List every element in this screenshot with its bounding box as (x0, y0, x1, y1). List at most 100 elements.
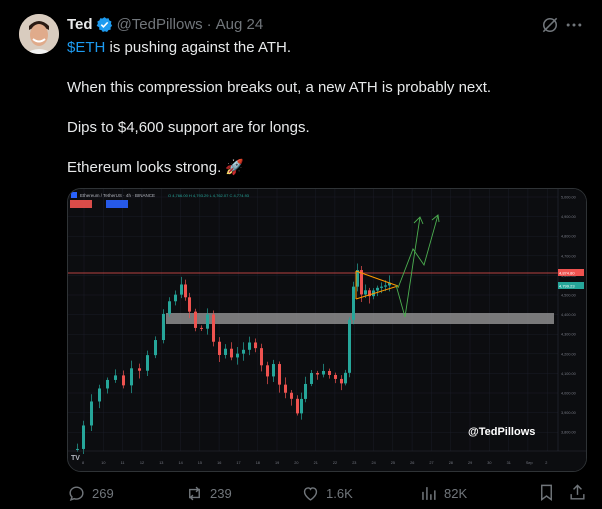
tweet-line-4: Ethereum looks strong. (67, 159, 222, 176)
x-tick-label: 29 (468, 461, 472, 465)
x-tick-label: 24 (372, 461, 376, 465)
timestamp[interactable]: Aug 24 (216, 16, 264, 33)
like-button[interactable]: 1.6K (301, 482, 353, 504)
repost-icon (189, 486, 200, 500)
candle-body (154, 340, 157, 356)
x-tick-label: 26 (410, 461, 414, 465)
chart-header-text: Ethereum / TetherUS · 4h · BINANCE (80, 193, 155, 198)
bookmark-icon[interactable] (537, 483, 556, 502)
repost-button[interactable]: 239 (185, 482, 232, 504)
candle-body (206, 314, 209, 329)
x-tick-label: 25 (391, 461, 395, 465)
avatar[interactable] (19, 14, 59, 54)
candle-body (200, 327, 203, 329)
candle-body (348, 319, 351, 373)
candle-body (334, 374, 337, 379)
x-tick-label: 28 (449, 461, 453, 465)
candle-body (300, 398, 303, 414)
x-tick-label: 27 (429, 461, 433, 465)
cashtag-eth[interactable]: $ETH (67, 39, 105, 56)
candle-body (352, 286, 355, 320)
tweet-line-2: When this compression breaks out, a new … (67, 79, 492, 96)
tweet: Ted @TedPillows · Aug 24 $ETH is pushing… (0, 0, 602, 509)
candle-body (260, 348, 263, 366)
tweet-header: Ted @TedPillows · Aug 24 (67, 14, 263, 34)
reply-button[interactable]: 269 (67, 482, 114, 504)
more-options-icon[interactable] (564, 15, 584, 35)
tweet-text: $ETH is pushing against the ATH. When th… (67, 38, 587, 178)
x-tick-label: 11 (121, 461, 125, 465)
candle-body (174, 294, 177, 302)
y-tick-label: 4,400.00 (561, 313, 576, 317)
y-tick-label: 4,000.00 (561, 392, 576, 396)
share-icon[interactable] (568, 483, 587, 502)
candle-body (130, 368, 133, 386)
author-handle[interactable]: @TedPillows (117, 16, 203, 33)
candle-body (224, 348, 227, 355)
candle-body (242, 349, 245, 354)
candle-body (184, 284, 187, 298)
candle-body (380, 286, 383, 288)
candle-body (180, 284, 183, 295)
repost-count: 239 (210, 485, 232, 501)
x-tick-label: 22 (333, 461, 337, 465)
candle-body (364, 290, 367, 295)
views-count: 82K (444, 485, 468, 501)
x-tick-label: 21 (314, 461, 318, 465)
candle-body (168, 301, 171, 314)
candle-body (106, 379, 109, 389)
candle-body (138, 368, 141, 371)
x-tick-label: 2 (545, 461, 547, 465)
author-name[interactable]: Ted (67, 16, 93, 33)
tweet-line-1: is pushing against the ATH. (105, 39, 292, 56)
candle-body (218, 341, 221, 355)
chart-watermark: @TedPillows (468, 426, 535, 438)
candle-body (114, 375, 117, 380)
heart-icon (303, 486, 318, 501)
y-tick-label: 4,700.00 (561, 254, 576, 258)
price-tag-green: 4,799.23 (559, 284, 575, 289)
y-tick-label: 3,900.00 (561, 411, 576, 415)
candle-body (76, 448, 79, 450)
x-tick-label: 16 (217, 461, 221, 465)
x-tick-label: 31 (507, 461, 511, 465)
candle-body (254, 342, 257, 349)
candle-body (340, 378, 343, 384)
candle-body (344, 372, 347, 384)
y-tick-label: 3,800.00 (561, 431, 576, 435)
separator-dot: · (206, 15, 212, 33)
candle-body (304, 383, 307, 399)
rocket-emoji: 🚀 (225, 159, 245, 176)
grok-icon[interactable] (540, 15, 560, 35)
candle-body (328, 370, 331, 375)
views-icon (422, 486, 436, 500)
price-tag-red: 4,874.80 (559, 271, 575, 276)
x-tick-label: 10 (101, 461, 105, 465)
candle-body (194, 311, 197, 328)
x-tick-label: Sep (526, 461, 533, 465)
tweet-media-chart[interactable]: Ethereum / TetherUS · 4h · BINANCE O 4,7… (67, 188, 587, 472)
candle-body (98, 388, 101, 402)
chart-ohlc-text: O 4,766.00 H 4,793.29 L 4,762.07 C 4,774… (168, 193, 250, 198)
y-tick-label: 4,200.00 (561, 352, 576, 356)
y-tick-label: 4,100.00 (561, 372, 576, 376)
candle-body (296, 398, 299, 414)
chart-image: Ethereum / TetherUS · 4h · BINANCE O 4,7… (68, 189, 586, 471)
candle-body (82, 425, 85, 449)
candle-body (376, 287, 379, 291)
candle-body (272, 364, 275, 377)
x-tick-label: 20 (294, 461, 298, 465)
x-tick-label: 30 (487, 461, 491, 465)
x-tick-label: 12 (140, 461, 144, 465)
views-button[interactable]: 82K (419, 482, 467, 504)
candle-body (278, 364, 281, 385)
x-tick-label: 23 (352, 461, 356, 465)
tradingview-logo: TV (71, 455, 80, 462)
candle-body (284, 384, 287, 393)
candle-body (230, 348, 233, 358)
x-tick-label: 19 (275, 461, 279, 465)
x-tick-label: 13 (159, 461, 163, 465)
x-tick-label: 14 (179, 461, 183, 465)
reply-icon (69, 485, 84, 501)
x-tick-label: 18 (256, 461, 260, 465)
